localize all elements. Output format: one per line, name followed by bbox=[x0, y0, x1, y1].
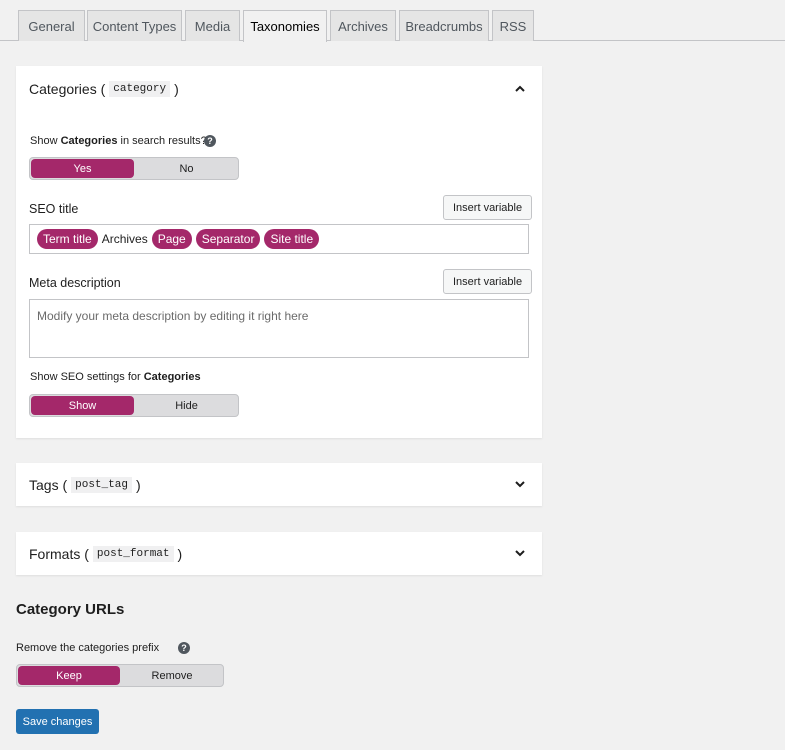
toggle-remove[interactable]: Remove bbox=[121, 665, 223, 686]
formats-title: Formats ( bbox=[29, 545, 89, 562]
search-visibility-toggle[interactable]: Yes No bbox=[29, 157, 239, 180]
remove-prefix-toggle[interactable]: Keep Remove bbox=[16, 664, 224, 687]
chevron-down-icon[interactable] bbox=[514, 478, 526, 490]
tags-panel: Tags ( post_tag ) bbox=[16, 463, 542, 506]
tab-rss[interactable]: RSS bbox=[492, 10, 534, 41]
meta-description-label: Meta description bbox=[29, 276, 121, 290]
toggle-no[interactable]: No bbox=[135, 158, 238, 179]
formats-code: post_format bbox=[92, 545, 174, 562]
show-settings-toggle[interactable]: Show Hide bbox=[29, 394, 239, 417]
category-urls-heading: Category URLs bbox=[16, 601, 125, 618]
seo-title-text: Archives bbox=[101, 232, 148, 246]
chevron-down-icon[interactable] bbox=[514, 547, 526, 559]
tab-general[interactable]: General bbox=[18, 10, 85, 41]
formats-title-end: ) bbox=[177, 545, 183, 562]
seo-title-insert-variable-button[interactable]: Insert variable bbox=[443, 195, 533, 220]
tags-panel-header[interactable]: Tags ( post_tag ) bbox=[16, 463, 542, 506]
help-icon[interactable]: ? bbox=[204, 135, 216, 147]
tab-bar: General Content Types Media Taxonomies A… bbox=[0, 0, 785, 42]
categories-panel: Categories ( category ) Show Categories … bbox=[16, 66, 542, 438]
remove-prefix-label: Remove the categories prefix bbox=[16, 642, 160, 654]
categories-title-end: ) bbox=[174, 81, 179, 97]
variable-pill[interactable]: Term title bbox=[37, 229, 98, 249]
variable-pill[interactable]: Page bbox=[151, 229, 192, 249]
categories-code: category bbox=[109, 81, 171, 97]
categories-title: Categories ( bbox=[29, 81, 106, 97]
toggle-yes[interactable]: Yes bbox=[31, 159, 134, 178]
toggle-keep[interactable]: Keep bbox=[18, 666, 120, 685]
variable-pill[interactable]: Separator bbox=[195, 229, 261, 249]
help-icon[interactable]: ? bbox=[178, 642, 190, 654]
tab-content-types[interactable]: Content Types bbox=[87, 10, 182, 41]
search-visibility-label: Show Categories in search results? bbox=[30, 135, 207, 147]
tags-title-end: ) bbox=[135, 476, 141, 493]
meta-description-placeholder: Modify your meta description by editing … bbox=[37, 309, 309, 323]
meta-description-input[interactable]: Modify your meta description by editing … bbox=[29, 299, 529, 358]
seo-title-input[interactable]: Term title Archives Page Separator Site … bbox=[29, 224, 529, 254]
meta-description-insert-variable-button[interactable]: Insert variable bbox=[443, 269, 533, 294]
seo-title-label: SEO title bbox=[29, 202, 79, 216]
formats-panel-header[interactable]: Formats ( post_format ) bbox=[16, 532, 542, 575]
toggle-show[interactable]: Show bbox=[31, 396, 134, 415]
tab-breadcrumbs[interactable]: Breadcrumbs bbox=[399, 10, 489, 41]
show-settings-label: Show SEO settings for Categories bbox=[30, 371, 201, 383]
variable-pill[interactable]: Site title bbox=[264, 229, 320, 249]
tags-title: Tags ( bbox=[29, 476, 68, 493]
formats-panel: Formats ( post_format ) bbox=[16, 532, 542, 575]
tab-archives[interactable]: Archives bbox=[330, 10, 396, 41]
tab-taxonomies[interactable]: Taxonomies bbox=[243, 10, 327, 42]
toggle-hide[interactable]: Hide bbox=[135, 395, 238, 416]
tab-media[interactable]: Media bbox=[185, 10, 240, 41]
save-changes-button[interactable]: Save changes bbox=[16, 709, 99, 734]
tags-code: post_tag bbox=[71, 476, 132, 493]
categories-panel-header[interactable]: Categories ( category ) bbox=[16, 66, 542, 112]
chevron-up-icon[interactable] bbox=[514, 83, 526, 95]
